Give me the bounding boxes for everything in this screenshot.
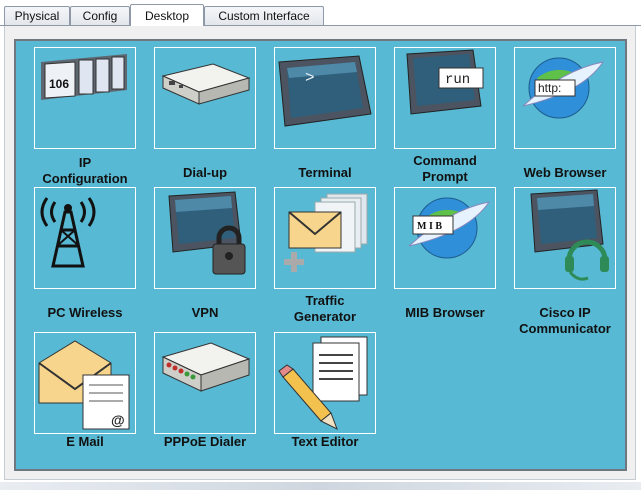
app-pppoe-dialer[interactable]: PPPoE Dialer	[136, 332, 256, 462]
http-text: http:	[538, 81, 561, 95]
app-label-line1: Text Editor	[291, 434, 359, 449]
app-label-line1: PC Wireless	[47, 305, 123, 320]
app-label-line1: Traffic	[305, 293, 345, 308]
app-label-line1: Terminal	[298, 165, 352, 180]
tab-physical[interactable]: Physical	[4, 6, 70, 25]
app-label: Terminal	[256, 165, 394, 181]
app-pc-wireless[interactable]: PC Wireless	[16, 187, 136, 320]
app-label: VPN	[136, 305, 274, 321]
app-label: Command Prompt	[376, 153, 514, 185]
app-label: IP Configuration	[16, 155, 154, 187]
app-label: E Mail	[16, 434, 154, 450]
app-label: Dial-up	[136, 165, 274, 181]
app-traffic-generator[interactable]: Traffic Generator	[256, 187, 376, 324]
app-label: Web Browser	[496, 165, 634, 181]
pppoe-dialer-icon[interactable]	[154, 332, 256, 434]
app-label-line1: MIB Browser	[405, 305, 485, 320]
tab-config[interactable]: Config	[70, 6, 130, 25]
app-label-line1: E Mail	[66, 434, 104, 449]
run-text: run	[445, 72, 470, 88]
dialup-modem-icon[interactable]	[154, 47, 256, 149]
app-terminal[interactable]: > Terminal	[256, 47, 376, 180]
app-label-line1: VPN	[191, 305, 219, 320]
app-label: Text Editor	[256, 434, 394, 450]
app-e-mail[interactable]: @ E Mail	[16, 332, 136, 462]
app-text-editor[interactable]: Text Editor	[256, 332, 376, 462]
app-label-line1: PPPoE Dialer	[163, 434, 247, 449]
app-ip-configuration[interactable]: 106 IP Configuration	[16, 47, 136, 186]
email-icon[interactable]: @	[34, 332, 136, 434]
app-label: Traffic Generator	[256, 293, 394, 325]
app-web-browser[interactable]: http: Web Browser	[496, 47, 616, 180]
app-label-line1: Dial-up	[182, 165, 228, 180]
tab-custom-interface[interactable]: Custom Interface	[204, 6, 324, 25]
mib-browser-icon[interactable]: M I B	[394, 187, 496, 289]
web-browser-icon[interactable]: http:	[514, 47, 616, 149]
at-sign: @	[111, 412, 125, 428]
mib-text: M I B	[417, 221, 442, 232]
ip-config-icon[interactable]: 106	[34, 47, 136, 149]
app-dial-up[interactable]: Dial-up	[136, 47, 256, 180]
app-label: Cisco IP Communicator	[496, 305, 634, 337]
app-label-line1: Web Browser	[523, 165, 607, 180]
wireless-tower-icon[interactable]	[34, 187, 136, 289]
command-prompt-icon[interactable]: run	[394, 47, 496, 149]
traffic-generator-icon[interactable]	[274, 187, 376, 289]
app-mib-browser[interactable]: M I B MIB Browser	[376, 187, 496, 320]
app-label: PC Wireless	[16, 305, 154, 321]
tab-strip: Physical Config Desktop Custom Interface	[0, 0, 641, 26]
desktop-panel: 106 IP Configuration Dial-up > Terminal …	[14, 39, 627, 471]
ip-digits: 106	[49, 77, 69, 91]
app-label-line1: Command	[413, 153, 477, 168]
app-vpn[interactable]: VPN	[136, 187, 256, 320]
app-label-line2: Generator	[293, 309, 357, 324]
text-editor-icon[interactable]	[274, 332, 376, 434]
ip-communicator-icon[interactable]	[514, 187, 616, 289]
terminal-icon[interactable]: >	[274, 47, 376, 149]
app-label: PPPoE Dialer	[136, 434, 274, 450]
tab-desktop[interactable]: Desktop	[130, 4, 204, 26]
app-cisco-ip-communicator[interactable]: Cisco IP Communicator	[496, 187, 616, 336]
app-label: MIB Browser	[376, 305, 514, 321]
app-command-prompt[interactable]: run Command Prompt	[376, 47, 496, 184]
app-label-line1: IP	[78, 155, 92, 170]
terminal-prompt-glyph: >	[305, 69, 315, 87]
bottom-strip	[0, 482, 641, 490]
app-label-line2: Configuration	[42, 171, 128, 186]
vpn-lock-icon[interactable]	[154, 187, 256, 289]
app-label-line1: Cisco IP	[539, 305, 591, 320]
app-label-line2: Communicator	[519, 321, 611, 336]
app-label-line2: Prompt	[422, 169, 468, 184]
